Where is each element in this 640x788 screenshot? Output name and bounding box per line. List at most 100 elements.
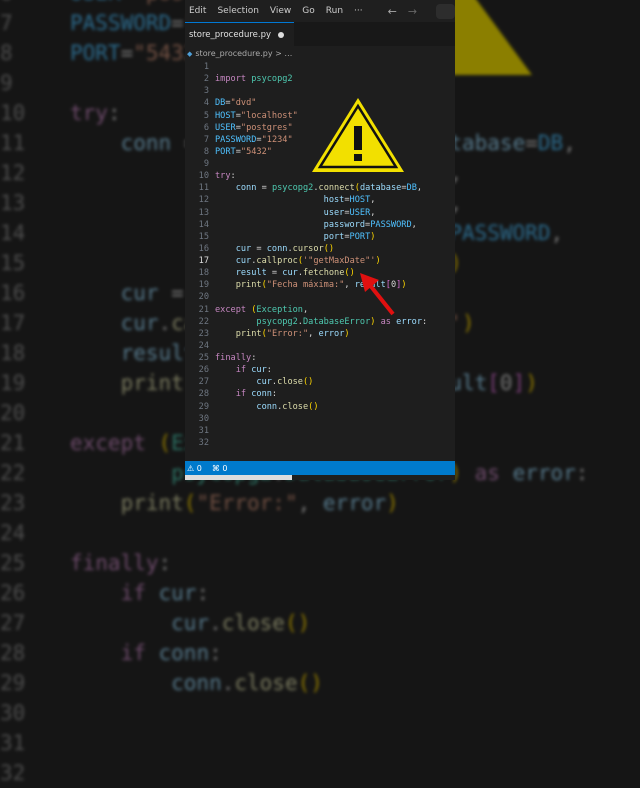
line-text	[209, 85, 215, 97]
code-token: :	[107, 101, 121, 125]
code-line[interactable]: 20	[185, 291, 455, 303]
forward-arrow-icon[interactable]: →	[408, 5, 417, 18]
line-number: 11	[198, 183, 209, 194]
line-number: 18	[198, 268, 209, 279]
line-text: user=USER,	[209, 207, 376, 219]
code-token: DB	[406, 183, 417, 194]
line-number: 16	[0, 281, 26, 305]
code-token: cur	[215, 243, 252, 254]
code-token: if	[70, 581, 159, 605]
code-token: error	[322, 491, 387, 515]
code-line[interactable]: 24	[185, 340, 455, 352]
code-token: =	[256, 183, 272, 194]
code-token: Exception	[256, 304, 303, 315]
code-line[interactable]: 32	[185, 437, 455, 449]
code-line[interactable]: 28 if conn:	[0, 638, 640, 668]
code-token: )	[462, 311, 475, 335]
code-token: ]	[512, 371, 526, 395]
code-line[interactable]: 26 if cur:	[0, 578, 640, 608]
code-token: '"getMaxDate"'	[303, 256, 376, 266]
code-line[interactable]: 29 conn.close()	[0, 668, 640, 698]
line-number: 10	[198, 171, 209, 182]
code-token: USER	[349, 207, 371, 218]
code-line[interactable]: 13 user=USER,	[185, 207, 455, 219]
line-number: 19	[198, 280, 209, 291]
line-number: 30	[198, 413, 209, 424]
ports-count[interactable]: ⌘ 0	[212, 464, 228, 473]
code-line[interactable]: 27 cur.close()	[0, 608, 640, 638]
line-number: 20	[0, 401, 26, 425]
code-line[interactable]: 28 if conn:	[185, 388, 455, 400]
back-arrow-icon[interactable]: ←	[388, 5, 397, 18]
code-token: ()	[323, 243, 335, 254]
code-line[interactable]: 32	[0, 758, 640, 788]
line-number: 26	[198, 365, 209, 376]
menu-run[interactable]: Run	[326, 6, 343, 16]
command-center-search[interactable]	[436, 3, 455, 19]
code-line[interactable]: 16 cur = conn.cursor()	[185, 243, 455, 255]
code-token: error	[396, 316, 423, 327]
code-token: close	[277, 377, 303, 388]
code-token: "5432"	[240, 146, 272, 157]
breadcrumb-file[interactable]: store_procedure.py	[195, 49, 272, 58]
code-token: PORT	[349, 231, 371, 242]
line-text	[209, 61, 215, 73]
code-line[interactable]: 25 finally:	[0, 548, 640, 578]
code-line[interactable]: 18 result = cur.fetchone()	[185, 267, 455, 279]
warning-icon	[312, 98, 404, 172]
problems-count[interactable]: ⚠ 0	[187, 464, 202, 473]
code-line[interactable]: 23 print("Error:", error)	[185, 328, 455, 340]
line-text: password=PASSWORD,	[209, 219, 417, 231]
code-token: DB	[215, 98, 226, 109]
code-line[interactable]: 30	[0, 698, 640, 728]
menu-view[interactable]: View	[270, 6, 291, 16]
menu-go[interactable]: Go	[302, 6, 314, 16]
line-number: 14	[198, 219, 209, 230]
line-text: cur.callproc('"getMaxDate"')	[209, 255, 381, 267]
vscode-editor-window: Edit Selection View Go Run ··· ← → store…	[185, 0, 455, 480]
menu-selection[interactable]: Selection	[217, 6, 258, 16]
code-line[interactable]: 14 password=PASSWORD,	[185, 219, 455, 231]
tab-store-procedure[interactable]: store_procedure.py	[185, 22, 295, 46]
code-line[interactable]: 15 port=PORT)	[185, 231, 455, 243]
code-token: HOST	[215, 110, 236, 121]
code-token: ()	[284, 611, 311, 635]
code-line[interactable]: 1	[185, 61, 455, 73]
code-line[interactable]: 24	[0, 518, 640, 548]
code-token: password	[215, 219, 366, 230]
line-number: 9	[0, 71, 13, 95]
code-line[interactable]: 27 cur.close()	[185, 376, 455, 388]
line-number: 23	[198, 328, 209, 339]
code-line[interactable]: 22 psycopg2.DatabaseError) as error:	[185, 316, 455, 328]
code-line[interactable]: 11 conn = psycopg2.connect(database=DB,	[185, 182, 455, 194]
code-line[interactable]: 29 conn.close()	[185, 401, 455, 413]
code-token: =	[171, 11, 184, 35]
code-line[interactable]: 31	[185, 425, 455, 437]
code-token: :	[271, 389, 278, 400]
code-line[interactable]: 31	[0, 728, 640, 758]
breadcrumb-more[interactable]: > …	[275, 49, 292, 58]
code-token: error	[512, 461, 576, 485]
code-line[interactable]: 21except (Exception,	[185, 304, 455, 316]
code-line[interactable]: 26 if cur:	[185, 364, 455, 376]
line-number: 28	[0, 641, 26, 665]
line-text: conn.close()	[209, 401, 318, 413]
code-token: PORT	[70, 41, 121, 65]
line-number: 15	[198, 231, 209, 242]
code-line[interactable]: 2 import psycopg2	[185, 73, 455, 85]
code-line[interactable]: 25 finally:	[185, 352, 455, 364]
unsaved-dot-icon[interactable]	[278, 31, 285, 38]
code-line[interactable]: 19 print("Fecha máxima:", result[0])	[185, 279, 455, 291]
code-line[interactable]: 30	[185, 413, 455, 425]
code-line[interactable]: 12 host=HOST,	[185, 194, 455, 206]
code-token: cur	[251, 365, 267, 376]
code-line[interactable]: 17 cur.callproc('"getMaxDate"')	[185, 255, 455, 267]
code-line[interactable]: 23 print("Error:", error)	[0, 488, 640, 518]
menu-more[interactable]: ···	[354, 6, 363, 16]
line-number: 2	[203, 74, 209, 85]
line-number: 25	[0, 551, 26, 575]
menu-edit[interactable]: Edit	[189, 6, 206, 16]
line-text: if conn:	[209, 388, 277, 400]
code-token: except	[215, 304, 252, 315]
line-number: 8	[203, 146, 209, 157]
